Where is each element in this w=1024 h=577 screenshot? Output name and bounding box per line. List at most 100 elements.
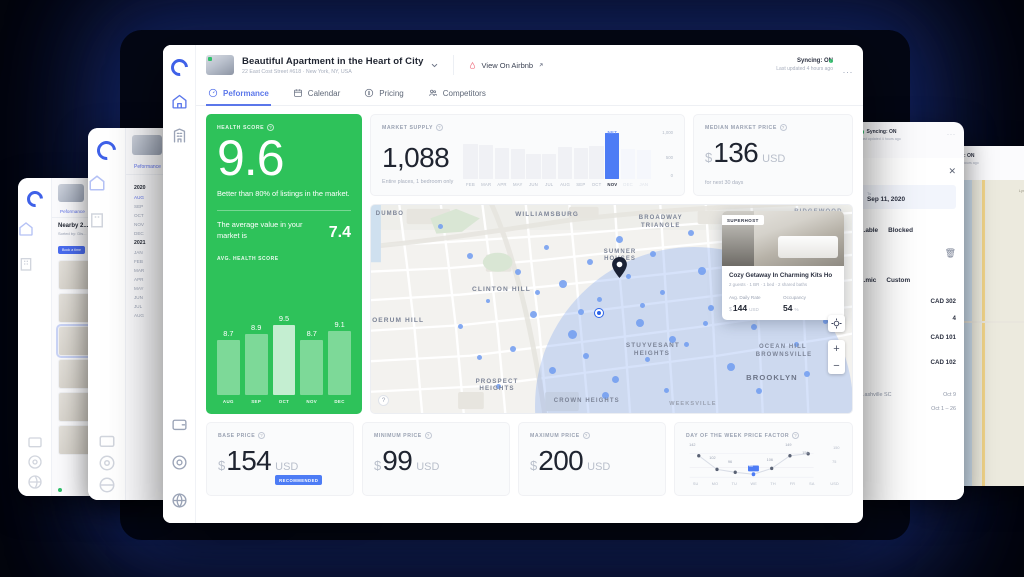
bar [300,340,324,395]
date-value[interactable]: Sep 11, 2020 [867,196,949,203]
kebab-menu[interactable]: ··· [947,132,956,138]
map-help-icon[interactable]: ? [378,395,389,406]
bar [573,147,588,179]
close-icon[interactable]: ✕ [860,166,956,177]
day-of-week-price-factor-card: DAY OF THE WEEK PRICE FACTOR ? 142 102 9… [674,422,853,496]
tab-label: Calendar [307,88,341,98]
maximum-price-value: $ 200 USD [530,447,654,475]
help-icon[interactable]: ? [424,432,432,439]
kebab-menu-button[interactable]: ··· [843,67,854,77]
tab-label: Competitors [442,88,486,98]
month-item[interactable]: MAY [134,286,162,291]
month-item[interactable]: JUL [134,304,162,309]
view-on-airbnb-link[interactable]: View On Airbnb [468,61,545,70]
bottom-row: BASE PRICE ? $ 154 USD RECOMMENDED MINIM… [206,422,853,496]
month-item[interactable]: APR [134,277,162,282]
bar-label: JUL [545,182,554,187]
dollar-icon [365,88,374,98]
background-window-panel[interactable]: Syncing: ON Last updated 4 hours ago ···… [852,122,964,500]
account-icon[interactable] [171,454,188,471]
bar-column: 9.5 OCT [272,314,296,404]
wallet-icon[interactable] [98,432,116,450]
base-price-label: BASE PRICE [218,432,256,439]
x-tick: WE [750,481,758,486]
map-pin-icon[interactable] [611,257,627,278]
chevron-down-icon[interactable] [430,61,439,70]
popup-body: Cozy Getaway In Charming Kits Ho 2 guest… [722,266,844,320]
map-locate-button[interactable] [828,315,845,332]
tab-calendar[interactable]: Calendar [291,85,342,105]
help-icon[interactable]: ? [258,432,266,439]
bar-label: NOV [306,399,318,404]
building-icon[interactable] [18,256,34,272]
home-icon[interactable] [88,174,106,192]
month-item[interactable]: DEC [134,231,162,236]
bar-label: MAR [481,182,492,187]
point-label: 102 [709,456,716,461]
bar-group: FEB MAR APR MAY JUN JUL AUG SEP OCT NET … [463,130,652,187]
sync-label: Syncing: ON [796,58,833,64]
month-item[interactable]: AUG [134,195,162,200]
wallet-icon[interactable] [27,434,43,450]
listing-meta: Beautiful Apartment in the Heart of City… [242,56,424,75]
globe-icon[interactable] [171,492,188,509]
competitor-map[interactable]: DUMBO WILLIAMSBURG BROADWAY TRIANGLE SUM… [370,204,853,414]
home-icon[interactable] [171,93,188,110]
map-label: BOERUM HILL [370,317,425,325]
bar [542,153,557,179]
tab-competitors[interactable]: Competitors [426,85,488,105]
locate-icon[interactable] [828,315,845,332]
bar-label: JUN [529,182,538,187]
building-icon[interactable] [88,211,106,229]
listing-thumbnail [58,184,84,202]
bar-column: MAR [479,131,494,187]
tab-custom[interactable]: Custom [886,277,910,284]
current-listing-marker[interactable] [594,309,603,317]
logo-ring-icon[interactable] [167,55,191,80]
trash-icon[interactable]: 🗑 [860,248,956,259]
help-icon[interactable]: ? [582,432,590,439]
help-icon[interactable]: ? [436,124,444,131]
map-label: DUMBO [375,211,404,218]
month-item[interactable]: JAN [134,250,162,255]
market-average-label: The average value in your market is [217,220,303,240]
y-axis-unit: USD [830,481,839,486]
top-row: HEALTH SCORE ? 9.6 Better than 80% of li… [206,114,853,414]
market-average-value: 7.4 [328,223,351,241]
account-icon[interactable] [98,454,116,472]
wallet-icon[interactable] [171,416,188,433]
card-label: DAY OF THE WEEK PRICE FACTOR ? [686,432,841,439]
month-item[interactable]: AUG [134,313,162,318]
main-window: Beautiful Apartment in the Heart of City… [163,45,863,523]
home-icon[interactable] [18,221,34,237]
point-label: 106 [766,457,773,462]
currency-code: USD [416,461,440,473]
health-score-card: HEALTH SCORE ? 9.6 Better than 80% of li… [206,114,362,414]
price-number: 154 [226,445,272,476]
tab-blocked[interactable]: Blocked [888,227,913,234]
zoom-in-button[interactable]: + [828,340,845,357]
globe-icon[interactable] [98,476,116,494]
tab-performance[interactable]: Peformance [206,85,271,106]
help-icon[interactable]: ? [792,432,800,439]
account-icon[interactable] [27,454,43,470]
zoom-out-button[interactable]: − [828,357,845,374]
month-item[interactable]: FEB [134,259,162,264]
month-item[interactable]: SEP [134,204,162,209]
month-item[interactable]: NOV [134,222,162,227]
tab-pricing[interactable]: Pricing [362,85,405,105]
map-label: STUYVESANT HEIGHTS [625,342,680,358]
globe-icon[interactable] [27,474,43,490]
month-item[interactable]: MAR [134,268,162,273]
card-label: MEDIAN MARKET PRICE ? [705,124,841,131]
bar [620,149,636,179]
building-icon[interactable] [171,127,188,144]
value-row: 4 [952,315,956,322]
market-supply-sub: Entire places, 1 bedroom only [382,179,454,185]
bg-book-button[interactable]: Book a time [58,246,85,254]
map-listing-popup[interactable]: SUPERHOST Cozy Getaway In Charming Kits … [722,211,844,320]
month-item[interactable]: JUN [134,295,162,300]
help-icon[interactable]: ? [779,124,787,131]
map-zoom-controls[interactable]: + − [828,340,845,374]
month-item[interactable]: OCT [134,213,162,218]
